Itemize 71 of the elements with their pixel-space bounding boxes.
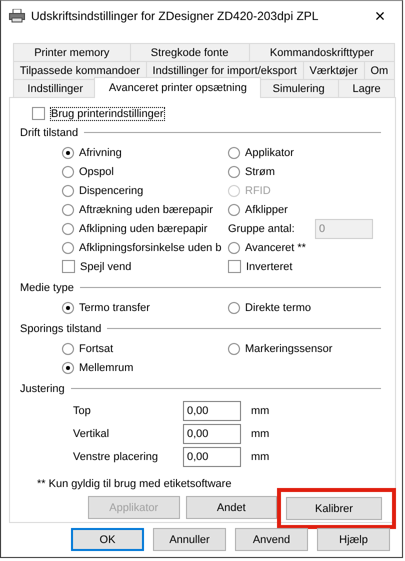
radio-label: Afklipper [245, 204, 288, 216]
radio-label: Markeringssensor [245, 342, 332, 354]
input-field[interactable]: 0,00 [183, 446, 241, 466]
radio-button[interactable] [228, 146, 240, 158]
radio-label: Mellemrum [79, 362, 134, 374]
dialog-button[interactable]: Annuller [153, 528, 226, 551]
input-field[interactable]: 0,00 [183, 400, 241, 420]
tab[interactable]: Værktøjer [302, 61, 365, 79]
radio-label: RFID [245, 184, 271, 196]
dialog-button[interactable]: Anvend [235, 528, 308, 551]
tab[interactable]: Lagre [338, 79, 395, 97]
radio-button[interactable] [228, 242, 240, 254]
printer-icon [9, 9, 25, 23]
radio-button[interactable] [62, 242, 74, 254]
tab[interactable]: Om [364, 61, 396, 79]
tab[interactable]: Simulering [258, 79, 340, 97]
tab[interactable]: Avanceret printer opsætning [94, 77, 262, 98]
unit-label: mm [251, 450, 270, 462]
radio-button[interactable] [62, 166, 74, 178]
radio-button[interactable] [62, 146, 74, 158]
radio-label: Afklipning uden bærepapir [79, 222, 208, 234]
radio-label: Avanceret ** [245, 242, 306, 254]
window-title: Udskriftsindstillinger for ZDesigner ZD420-203dpi ZPL [31, 9, 320, 23]
checkbox[interactable] [62, 260, 75, 273]
radio-button[interactable] [62, 362, 74, 374]
radio-label: Fortsat [79, 342, 114, 354]
footnote: ** Kun gyldig til brug med etiketsoftware [37, 478, 232, 490]
field-label: Vertikal [73, 428, 110, 440]
radio-button[interactable] [62, 184, 74, 196]
radio-button[interactable] [62, 204, 74, 216]
field-label: Gruppe antal: [228, 222, 295, 234]
tab[interactable]: Kommandoskrifttyper [248, 43, 396, 61]
radio-button[interactable] [62, 222, 74, 234]
group-title: Justering [20, 383, 65, 395]
field-label: Top [73, 404, 92, 416]
tab[interactable]: Stregkode fonte [130, 43, 250, 61]
group-title: Medie type [20, 282, 74, 294]
radio-label: Aftrækning uden bærepapir [79, 204, 213, 216]
radio-button[interactable] [62, 302, 74, 314]
checkbox[interactable] [228, 260, 241, 273]
field-label: Venstre placering [73, 450, 159, 462]
radio-label: Strøm [245, 166, 275, 178]
dialog-button[interactable]: Hjælp [317, 528, 390, 551]
radio-button[interactable] [228, 166, 240, 178]
group-title: Sporings tilstand [20, 323, 102, 335]
close-button[interactable]: × [366, 6, 394, 26]
tab[interactable]: Indstillinger for import/eksport [146, 61, 304, 79]
dialog-button[interactable]: OK [71, 528, 144, 551]
panel-button[interactable]: Kalibrer [286, 497, 382, 520]
tab[interactable]: Printer memory [13, 43, 131, 61]
radio-label: Opspol [79, 166, 114, 178]
radio-button[interactable] [62, 342, 74, 354]
unit-label: mm [251, 404, 270, 416]
radio-label: Afklipningsforsinkelse uden b [79, 242, 222, 254]
radio-label: Direkte termo [245, 302, 312, 314]
unit-label: mm [251, 428, 270, 440]
radio-button[interactable] [228, 204, 240, 216]
radio-button[interactable] [228, 342, 240, 354]
radio-label: Applikator [245, 146, 294, 158]
radio-label: Afrivning [79, 146, 122, 158]
checkbox[interactable] [32, 107, 45, 120]
panel-button[interactable]: Andet [186, 496, 277, 519]
checkbox-label: Inverteret [246, 260, 292, 272]
group-title: Drift tilstand [20, 127, 78, 139]
radio-label: Dispencering [79, 184, 144, 196]
radio-button[interactable] [228, 302, 240, 314]
radio-label: Termo transfer [79, 302, 150, 314]
input-field[interactable]: 0,00 [183, 424, 241, 444]
tab[interactable]: Tilpassede kommandoer [13, 61, 147, 79]
checkbox-label: Brug printerindstillinger [50, 106, 164, 120]
checkbox-label: Spejl vend [80, 260, 132, 272]
